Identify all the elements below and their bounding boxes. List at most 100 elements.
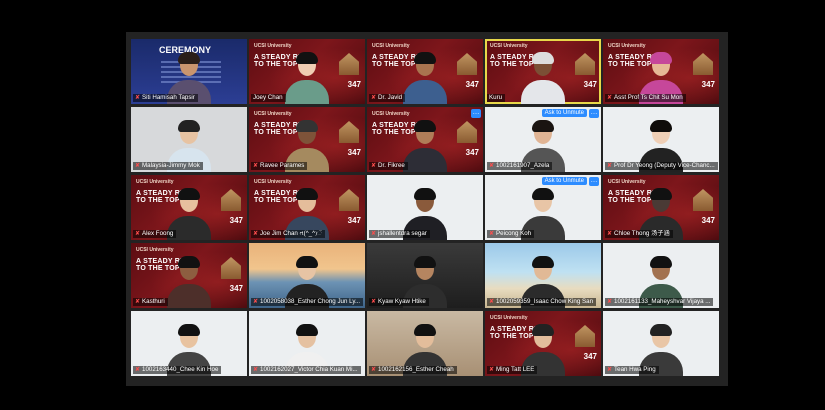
participant-hair <box>650 120 672 132</box>
participant-name: Dr. Fikree <box>378 162 405 169</box>
participant-hair <box>532 52 554 64</box>
participant-name-label: ✘ 1002058038_Esther Chong Jun Ly... <box>251 298 364 306</box>
muted-mic-icon: ✘ <box>371 231 377 237</box>
participant-name-label: ✘ Ravee Parames <box>251 162 308 170</box>
participant-name: Peicong Koh <box>496 230 532 237</box>
participant-hair <box>296 324 318 336</box>
participant-tile[interactable]: UCSI University A STEADY RISE TO THE TOP 3… <box>131 243 247 308</box>
participant-name: Siti Hamisah Tapsir <box>142 94 195 101</box>
participant-tile[interactable]: ✘ 1002161907_Azela Ask to Unmute… <box>485 107 601 172</box>
participant-tile[interactable]: ✘ Malaysia-Jimmy Mok <box>131 107 247 172</box>
participant-name: Kyaw Kyaw Htike <box>378 298 426 305</box>
participant-tile[interactable]: UCSI University A STEADY RISE TO THE TOP 3… <box>485 39 601 104</box>
muted-mic-icon: ✘ <box>607 299 613 305</box>
participant-name: 1002161907_Azela <box>496 162 550 169</box>
participant-video <box>403 52 447 104</box>
participant-hair <box>650 188 672 200</box>
participant-hair <box>532 324 554 336</box>
participant-name-label: ✘ Prof Dr Yeong (Deputy Vice-Chanc... <box>605 162 718 170</box>
ask-to-unmute-button[interactable]: Ask to Unmute <box>541 109 587 117</box>
participant-tile[interactable]: UCSI University A STEADY RISE TO THE TOP 3… <box>249 175 365 240</box>
participant-tile[interactable]: ✘ 1002161133_Maheyshvar Vijaya ... <box>603 243 719 308</box>
participant-name-label: ✘ Ming Tatt LEE <box>487 366 538 374</box>
house-graphic <box>339 53 359 75</box>
house-graphic <box>693 189 713 211</box>
participant-hair <box>296 188 318 200</box>
participant-tile[interactable]: ✘ Peicong Koh Ask to Unmute… <box>485 175 601 240</box>
house-graphic <box>575 53 595 75</box>
participant-hair <box>650 324 672 336</box>
participant-hair <box>650 256 672 268</box>
participant-hair <box>532 256 554 268</box>
participant-hair <box>178 324 200 336</box>
participant-tile[interactable]: ✘ Prof Dr Yeong (Deputy Vice-Chanc... <box>603 107 719 172</box>
participant-name: 1002161133_Maheyshvar Vijaya ... <box>614 298 711 305</box>
participant-name-label: ✘ Dr. Fikree <box>369 162 408 170</box>
participant-name-label: ✘ Kasthuri <box>133 298 168 306</box>
participant-tile[interactable]: ✘ 1002058038_Esther Chong Jun Ly... <box>249 243 365 308</box>
participant-tile[interactable]: UCSI University A STEADY RISE TO THE TOP 3… <box>603 175 719 240</box>
participant-tile[interactable]: ✘ 1002162156_Esther Cheah <box>367 311 483 376</box>
muted-mic-icon: ✘ <box>489 367 495 373</box>
muted-mic-icon: ✘ <box>371 163 377 169</box>
university-logo-text: UCSI University <box>608 43 646 49</box>
participant-name: Joe Jim Chan ત(^_^)ૈ <box>260 230 322 237</box>
participant-name-label: ✘ Joe Jim Chan ત(^_^)ૈ <box>251 230 325 238</box>
muted-mic-icon: ✘ <box>371 95 377 101</box>
university-logo-text: UCSI University <box>490 315 528 321</box>
muted-mic-icon: ✘ <box>253 163 259 169</box>
participant-tile[interactable]: CEREMONY ✘ Siti Hamisah Tapsir <box>131 39 247 104</box>
participant-tile[interactable]: ✘ jshallentdra segar <box>367 175 483 240</box>
participant-hair <box>178 188 200 200</box>
participant-tile[interactable]: ✘ Kyaw Kyaw Htike <box>367 243 483 308</box>
rank-number: 347 <box>701 216 715 225</box>
participant-name: 1002059359_Isaac Chow King San <box>496 298 594 305</box>
participant-name: Kasthuri <box>142 298 165 305</box>
muted-mic-icon: ✘ <box>253 299 259 305</box>
participant-body <box>403 80 447 104</box>
participant-name: Asst Prof Ts Chit Su Mon <box>614 94 683 101</box>
participant-name-label: ✘ Siti Hamisah Tapsir <box>133 94 198 102</box>
participant-tile[interactable]: ✘ 1002162027_Victor Chia Kuan Mi... <box>249 311 365 376</box>
muted-mic-icon: ✘ <box>135 95 141 101</box>
participant-name: Alex Foong <box>142 230 174 237</box>
participant-video <box>167 256 211 308</box>
muted-mic-icon: ✘ <box>135 367 141 373</box>
participant-tile[interactable]: UCSI University A STEADY RISE TO THE TOP 3… <box>249 107 365 172</box>
participant-hair <box>178 256 200 268</box>
participant-tile[interactable]: UCSI University A STEADY RISE TO THE TOP 3… <box>131 175 247 240</box>
participant-tile[interactable]: UCSI University A STEADY RISE TO THE TOP 3… <box>485 311 601 376</box>
participant-tile[interactable]: ✘ 1002059359_Isaac Chow King San <box>485 243 601 308</box>
participant-name: Tean Hwa Ping <box>614 366 656 373</box>
ask-to-unmute-button[interactable]: Ask to Unmute <box>541 177 587 185</box>
participant-name: 1002162156_Esther Cheah <box>378 366 454 373</box>
muted-mic-icon: ✘ <box>607 163 613 169</box>
university-logo-text: UCSI University <box>254 43 292 49</box>
participant-name-label: ✘ Dr. Javid <box>369 94 406 102</box>
participant-tile[interactable]: UCSI University A STEADY RISE TO THE TOP 3… <box>367 107 483 172</box>
university-logo-text: UCSI University <box>372 43 410 49</box>
participant-name-label: ✘ jshallentdra segar <box>369 230 430 238</box>
participant-name: 1002162027_Victor Chia Kuan Mi... <box>260 366 358 373</box>
participant-tile[interactable]: UCSI University A STEADY RISE TO THE TOP 3… <box>367 39 483 104</box>
more-options-button[interactable]: … <box>471 109 481 118</box>
muted-mic-icon: ✘ <box>607 367 613 373</box>
university-logo-text: UCSI University <box>254 111 292 117</box>
participant-hair <box>532 120 554 132</box>
muted-mic-icon: ✘ <box>371 367 377 373</box>
more-options-button[interactable]: … <box>589 177 599 186</box>
university-logo-text: UCSI University <box>136 179 174 185</box>
participant-tile[interactable]: ✘ 1002163440_Chee Kin Hoe <box>131 311 247 376</box>
rank-number: 347 <box>347 216 361 225</box>
participant-name: Joey Chan <box>253 94 283 101</box>
participant-name: 1002058038_Esther Chong Jun Ly... <box>260 298 361 305</box>
more-options-button[interactable]: … <box>589 109 599 118</box>
participant-name-label: ✘ Chloe Thong 汤子涵 <box>605 230 673 238</box>
rank-number: 347 <box>701 80 715 89</box>
participant-tile[interactable]: UCSI University A STEADY RISE TO THE TOP 3… <box>603 39 719 104</box>
participant-tile[interactable]: ✘ Tean Hwa Ping <box>603 311 719 376</box>
university-logo-text: UCSI University <box>372 111 410 117</box>
participant-tile[interactable]: UCSI University A STEADY RISE TO THE TOP 3… <box>249 39 365 104</box>
muted-mic-icon: ✘ <box>607 231 613 237</box>
participant-grid: CEREMONY ✘ Siti Hamisah Tapsir UCSI Univers… <box>131 39 719 376</box>
